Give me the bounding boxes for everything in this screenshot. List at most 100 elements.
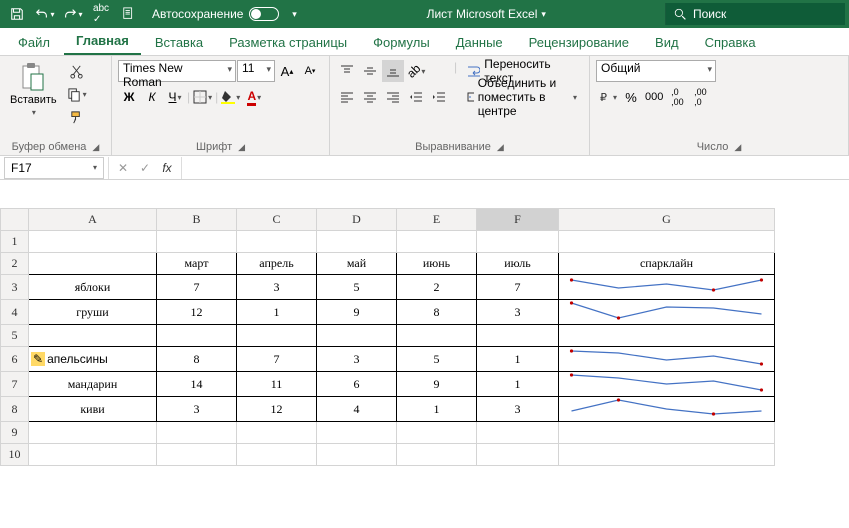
cancel-formula-icon[interactable]: ✕: [113, 158, 133, 178]
font-size-select[interactable]: 11: [237, 60, 275, 82]
cell[interactable]: 5: [317, 275, 397, 300]
borders-icon[interactable]: ▾: [191, 86, 214, 108]
spellcheck-icon[interactable]: abc✓: [88, 2, 114, 26]
cell[interactable]: 11: [237, 372, 317, 397]
row-header[interactable]: 5: [1, 325, 29, 347]
sparkline-cell[interactable]: [559, 372, 775, 397]
col-header[interactable]: D: [317, 209, 397, 231]
format-painter-icon[interactable]: [65, 106, 89, 128]
autosave-toggle[interactable]: [249, 7, 279, 21]
paste-button[interactable]: Вставить ▾: [6, 60, 61, 119]
decrease-indent-icon[interactable]: [405, 86, 427, 108]
cell[interactable]: 7: [157, 275, 237, 300]
number-launcher-icon[interactable]: ◢: [734, 142, 741, 153]
cell[interactable]: 5: [397, 347, 477, 372]
cell[interactable]: 1: [477, 347, 559, 372]
currency-icon[interactable]: ₽▾: [596, 86, 619, 108]
row-header[interactable]: 1: [1, 231, 29, 253]
cell[interactable]: июнь: [397, 253, 477, 275]
smart-tag-icon[interactable]: ✎: [31, 352, 45, 366]
select-all-corner[interactable]: [1, 209, 29, 231]
search-box[interactable]: Поиск: [665, 3, 845, 25]
align-bottom-icon[interactable]: [382, 60, 404, 82]
tab-insert[interactable]: Вставка: [143, 29, 215, 55]
cell[interactable]: 2: [397, 275, 477, 300]
align-middle-icon[interactable]: [359, 60, 381, 82]
cell[interactable]: яблоки: [29, 275, 157, 300]
row-header[interactable]: 4: [1, 300, 29, 325]
row-header[interactable]: 10: [1, 444, 29, 466]
percent-icon[interactable]: %: [620, 86, 642, 108]
tab-file[interactable]: Файл: [6, 29, 62, 55]
cell[interactable]: 8: [397, 300, 477, 325]
row-header[interactable]: 7: [1, 372, 29, 397]
increase-indent-icon[interactable]: [428, 86, 450, 108]
tab-view[interactable]: Вид: [643, 29, 691, 55]
cell[interactable]: [29, 253, 157, 275]
sparkline-cell[interactable]: [559, 275, 775, 300]
italic-button[interactable]: К: [141, 86, 163, 108]
align-right-icon[interactable]: [382, 86, 404, 108]
cell[interactable]: груши: [29, 300, 157, 325]
cell[interactable]: ✎апельсины: [29, 347, 157, 372]
cell[interactable]: мандарин: [29, 372, 157, 397]
cell[interactable]: 9: [397, 372, 477, 397]
col-header[interactable]: F: [477, 209, 559, 231]
cell[interactable]: 14: [157, 372, 237, 397]
qat-customize-icon[interactable]: ▾: [281, 2, 307, 26]
align-center-icon[interactable]: [359, 86, 381, 108]
cell[interactable]: 9: [317, 300, 397, 325]
align-left-icon[interactable]: [336, 86, 358, 108]
cell[interactable]: 12: [237, 397, 317, 422]
cell[interactable]: 3: [317, 347, 397, 372]
formula-input[interactable]: [182, 157, 849, 179]
row-header[interactable]: 3: [1, 275, 29, 300]
cell[interactable]: 3: [237, 275, 317, 300]
cell[interactable]: 1: [477, 372, 559, 397]
cell[interactable]: 7: [477, 275, 559, 300]
decrease-decimal-icon[interactable]: ,00,0: [689, 86, 711, 108]
cell[interactable]: 6: [317, 372, 397, 397]
row-header[interactable]: 8: [1, 397, 29, 422]
cell[interactable]: 1: [397, 397, 477, 422]
number-format-select[interactable]: Общий: [596, 60, 716, 82]
cell[interactable]: 3: [477, 300, 559, 325]
comma-icon[interactable]: 000: [643, 86, 665, 108]
tab-review[interactable]: Рецензирование: [517, 29, 641, 55]
align-launcher-icon[interactable]: ◢: [497, 142, 504, 153]
cell[interactable]: май: [317, 253, 397, 275]
tab-data[interactable]: Данные: [444, 29, 515, 55]
cell[interactable]: 3: [477, 397, 559, 422]
row-header[interactable]: 2: [1, 253, 29, 275]
row-header[interactable]: 6: [1, 347, 29, 372]
decrease-font-icon[interactable]: A▾: [299, 60, 321, 82]
tab-layout[interactable]: Разметка страницы: [217, 29, 359, 55]
cell[interactable]: 8: [157, 347, 237, 372]
cell[interactable]: 3: [157, 397, 237, 422]
cut-icon[interactable]: [65, 60, 89, 82]
orientation-icon[interactable]: ab▾: [405, 60, 427, 82]
merge-center-button[interactable]: Объединить и поместить в центре▾: [461, 86, 583, 108]
cell[interactable]: киви: [29, 397, 157, 422]
touch-mode-icon[interactable]: [116, 2, 142, 26]
tab-home[interactable]: Главная: [64, 27, 141, 55]
cell[interactable]: 1: [237, 300, 317, 325]
cell[interactable]: июль: [477, 253, 559, 275]
col-header[interactable]: B: [157, 209, 237, 231]
cell[interactable]: март: [157, 253, 237, 275]
col-header[interactable]: C: [237, 209, 317, 231]
fx-icon[interactable]: fx: [157, 158, 177, 178]
cell[interactable]: 7: [237, 347, 317, 372]
redo-icon[interactable]: ▾: [60, 2, 86, 26]
cell[interactable]: спарклайн: [559, 253, 775, 275]
sparkline-cell[interactable]: [559, 347, 775, 372]
increase-decimal-icon[interactable]: ,0,00: [666, 86, 688, 108]
name-box[interactable]: F17▾: [4, 157, 104, 179]
col-header[interactable]: A: [29, 209, 157, 231]
bold-button[interactable]: Ж: [118, 86, 140, 108]
col-header[interactable]: G: [559, 209, 775, 231]
font-color-icon[interactable]: A▾: [243, 86, 265, 108]
tab-formulas[interactable]: Формулы: [361, 29, 442, 55]
enter-formula-icon[interactable]: ✓: [135, 158, 155, 178]
row-header[interactable]: 9: [1, 422, 29, 444]
